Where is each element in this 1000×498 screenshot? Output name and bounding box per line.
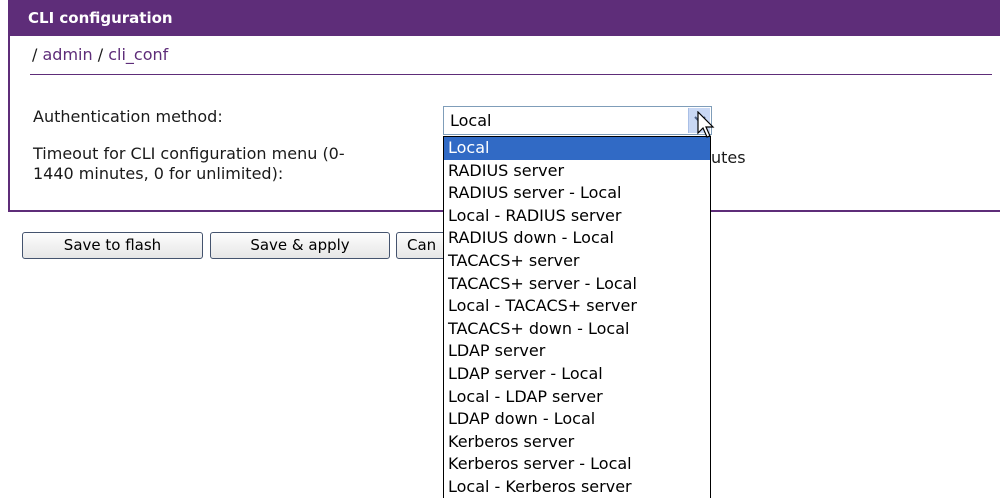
- save-to-flash-button[interactable]: Save to flash: [22, 232, 203, 259]
- breadcrumb-link-admin[interactable]: admin: [42, 45, 92, 64]
- dropdown-option[interactable]: LDAP server: [444, 340, 710, 363]
- timeout-unit-text: utes: [711, 148, 746, 167]
- dropdown-option[interactable]: TACACS+ server - Local: [444, 273, 710, 296]
- breadcrumb: / admin / cli_conf: [32, 45, 168, 64]
- dropdown-option[interactable]: TACACS+ server: [444, 250, 710, 273]
- auth-method-label: Authentication method:: [33, 107, 223, 126]
- dropdown-option[interactable]: Kerberos server: [444, 431, 710, 454]
- breadcrumb-separator: /: [32, 45, 38, 64]
- dropdown-option[interactable]: Local - Kerberos server: [444, 476, 710, 498]
- auth-method-select[interactable]: Local: [443, 106, 712, 135]
- dropdown-option[interactable]: Kerberos server - Local: [444, 453, 710, 476]
- dropdown-option[interactable]: LDAP down - Local: [444, 408, 710, 431]
- dropdown-option[interactable]: TACACS+ down - Local: [444, 318, 710, 341]
- mouse-pointer-icon: [697, 111, 715, 138]
- dropdown-option[interactable]: LDAP server - Local: [444, 363, 710, 386]
- breadcrumb-separator: /: [97, 45, 104, 64]
- timeout-label: Timeout for CLI configuration menu (0- 1…: [33, 144, 345, 184]
- auth-method-selected-value: Local: [450, 111, 492, 130]
- dropdown-option[interactable]: Local - RADIUS server: [444, 205, 710, 228]
- dropdown-option[interactable]: Local - TACACS+ server: [444, 295, 710, 318]
- save-and-apply-button[interactable]: Save & apply: [210, 232, 390, 259]
- dropdown-option[interactable]: Local - LDAP server: [444, 386, 710, 409]
- timeout-label-line2: 1440 minutes, 0 for unlimited):: [33, 164, 284, 183]
- auth-method-dropdown-list[interactable]: Local RADIUS server RADIUS server - Local L…: [443, 136, 711, 498]
- dropdown-option[interactable]: RADIUS server - Local: [444, 182, 710, 205]
- dropdown-option[interactable]: Local: [444, 137, 710, 160]
- breadcrumb-divider: [30, 74, 992, 75]
- cancel-button[interactable]: Can: [396, 232, 446, 259]
- dropdown-option[interactable]: RADIUS server: [444, 160, 710, 183]
- breadcrumb-link-cli-conf[interactable]: cli_conf: [108, 45, 168, 64]
- panel-title: CLI configuration: [8, 0, 1000, 36]
- dropdown-option[interactable]: RADIUS down - Local: [444, 227, 710, 250]
- timeout-label-line1: Timeout for CLI configuration menu (0-: [33, 144, 345, 163]
